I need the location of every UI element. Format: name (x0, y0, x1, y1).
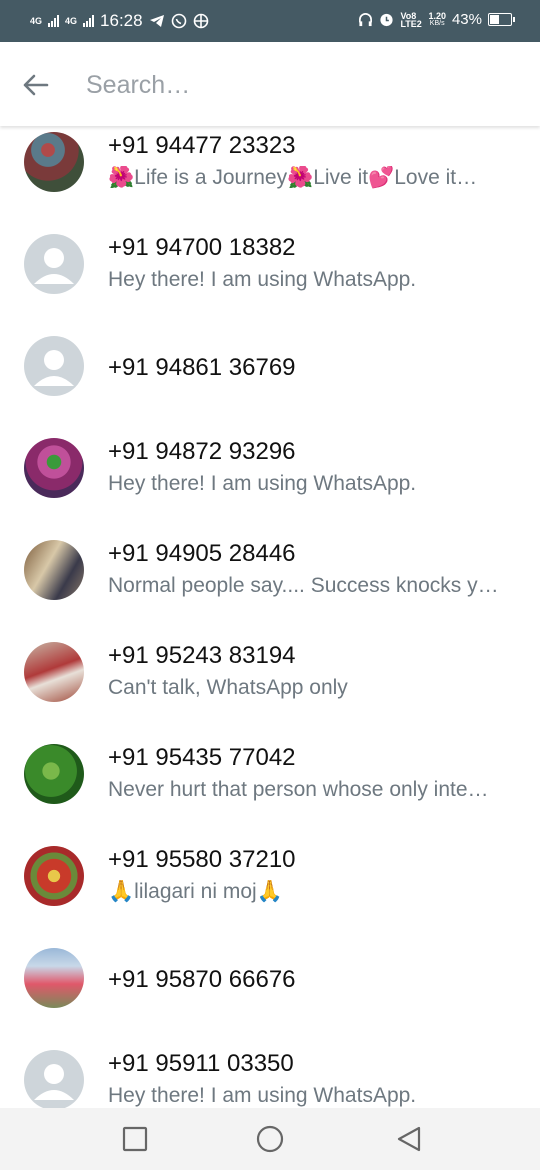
contact-name: +91 94872 93296 (108, 438, 296, 465)
contact-about: Can't talk, WhatsApp only (108, 676, 348, 699)
contact-row[interactable]: +91 94700 18382 Hey there! I am using Wh… (0, 218, 540, 320)
contact-avatar (24, 846, 84, 906)
contact-name: +91 94700 18382 (108, 234, 296, 261)
telegram-icon (149, 15, 164, 27)
contact-name: +91 94905 28446 (108, 540, 296, 567)
status-left: 4G 4G 16:28 (30, 11, 209, 31)
contact-avatar (24, 948, 84, 1008)
contact-name: +91 95243 83194 (108, 642, 296, 669)
contact-about: 🙏lilagari ni moj🙏 (108, 880, 283, 903)
home-icon[interactable] (253, 1122, 287, 1156)
signal-icon-2 (83, 15, 95, 27)
search-header (0, 42, 540, 126)
clock: 16:28 (100, 11, 143, 30)
contact-row[interactable]: +91 94477 23323 🌺Life is a Journey🌺Live … (0, 126, 540, 212)
contact-row[interactable]: +91 95911 03350 Hey there! I am using Wh… (0, 1034, 540, 1108)
contact-row[interactable]: +91 94872 93296 Hey there! I am using Wh… (0, 422, 540, 524)
headphones-icon (359, 13, 373, 27)
contact-list: +91 94477 23323 🌺Life is a Journey🌺Live … (0, 126, 540, 1108)
contact-about: 🌺Life is a Journey🌺Live it💕Love it… (108, 166, 478, 189)
contact-row[interactable]: +91 95580 37210 🙏lilagari ni moj🙏 (0, 830, 540, 932)
default-avatar-icon (24, 234, 84, 294)
alarm-icon (380, 13, 394, 27)
contact-name: +91 94477 23323 (108, 132, 296, 159)
contact-about: Never hurt that person whose only inte… (108, 778, 489, 801)
contact-about: Hey there! I am using WhatsApp. (108, 472, 417, 495)
app-icon (193, 13, 208, 29)
contact-name: +91 95911 03350 (108, 1050, 294, 1077)
system-nav-bar (0, 1108, 540, 1170)
contact-about: Hey there! I am using WhatsApp. (108, 268, 417, 291)
contact-name: +91 95435 77042 (108, 744, 296, 771)
default-avatar-icon (24, 336, 84, 396)
contact-row[interactable]: +91 95870 66676 (0, 932, 540, 1034)
contact-avatar (24, 132, 84, 192)
search-input[interactable] (84, 66, 508, 104)
net-speed: 1.20 KB/s (428, 10, 446, 28)
contact-avatar (24, 540, 84, 600)
back-nav-icon[interactable] (392, 1122, 426, 1156)
status-bar: 4G 4G 16:28 Vo8 LTE2 1.20 KB/s 43% (0, 0, 540, 42)
contact-about: Hey there! I am using WhatsApp. (108, 1084, 417, 1107)
network-type-2: 4G (65, 16, 78, 26)
battery-icon (488, 13, 515, 26)
contact-name: +91 95870 66676 (108, 966, 296, 993)
battery-percent: 43% (451, 11, 482, 28)
contact-row[interactable]: +91 94861 36769 (0, 320, 540, 422)
contact-avatar (24, 642, 84, 702)
net-speed-value: 1.20 (428, 10, 446, 21)
contact-row[interactable]: +91 95435 77042 Never hurt that person w… (0, 728, 540, 830)
signal-icon (48, 15, 60, 27)
contact-row[interactable]: +91 95243 83194 Can't talk, WhatsApp onl… (0, 626, 540, 728)
default-avatar-icon (24, 1050, 84, 1108)
recent-apps-icon[interactable] (118, 1122, 152, 1156)
volte-indicator: Vo8 LTE2 (400, 10, 422, 29)
contact-row[interactable]: +91 94905 28446 Normal people say.... Su… (0, 524, 540, 626)
contact-avatar (24, 438, 84, 498)
network-type-1: 4G (30, 16, 43, 26)
whatsapp-icon (171, 13, 186, 29)
status-right: Vo8 LTE2 1.20 KB/s 43% (358, 10, 515, 29)
contact-about: Normal people say.... Success knocks y… (108, 574, 499, 597)
contact-name: +91 94861 36769 (108, 354, 296, 381)
contact-avatar (24, 744, 84, 804)
back-arrow-icon[interactable] (20, 70, 50, 100)
net-speed-unit: KB/s (429, 19, 445, 27)
contact-name: +91 95580 37210 (108, 846, 296, 873)
